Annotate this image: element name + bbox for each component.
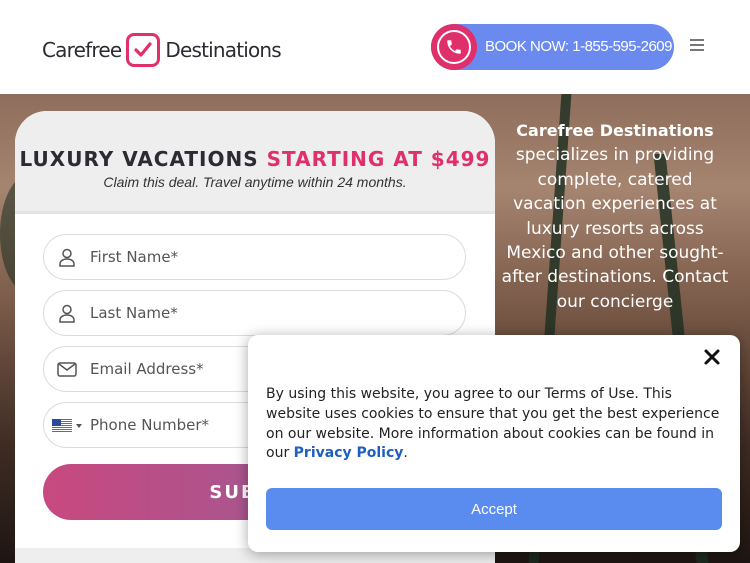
form-subtitle: Claim this deal. Travel anytime within 2…	[103, 174, 407, 190]
us-flag-icon[interactable]	[52, 419, 72, 432]
cookie-period: .	[403, 445, 408, 462]
book-now-button[interactable]: BOOK NOW: 1-855-595-2609	[431, 24, 674, 70]
first-name-field[interactable]	[43, 234, 466, 280]
form-header: LUXURY VACATIONS STARTING AT $499 Claim …	[15, 111, 495, 214]
cookie-consent-dialog: By using this website, you agree to our …	[248, 335, 740, 552]
menu-icon[interactable]	[690, 39, 704, 51]
logo-text-right: Destinations	[165, 38, 281, 62]
last-name-input[interactable]	[90, 291, 450, 335]
privacy-policy-link[interactable]: Privacy Policy	[294, 445, 404, 461]
intro-brand: Carefree Destinations	[516, 121, 714, 140]
book-now-label: BOOK NOW: 1-855-595-2609	[485, 38, 672, 55]
phone-icon	[431, 24, 477, 70]
close-icon[interactable]	[703, 348, 721, 366]
checkmark-icon	[126, 33, 161, 67]
intro-text: Carefree Destinations specializes in pro…	[500, 119, 730, 314]
site-logo[interactable]: Carefree Destinations	[42, 32, 282, 68]
intro-body: specializes in providing complete, cater…	[501, 145, 729, 312]
title-accent: STARTING AT $499	[266, 147, 491, 171]
site-header: Carefree Destinations BOOK NOW: 1-855-59…	[0, 0, 750, 94]
user-icon	[59, 304, 75, 323]
last-name-field[interactable]	[43, 290, 466, 336]
country-dropdown-caret-icon[interactable]	[76, 424, 82, 428]
cookie-message: By using this website, you agree to our …	[266, 385, 726, 464]
accept-button[interactable]: Accept	[266, 488, 722, 530]
user-icon	[59, 248, 75, 267]
form-title: LUXURY VACATIONS STARTING AT $499	[15, 147, 495, 171]
logo-text-left: Carefree	[42, 38, 122, 62]
envelope-icon	[57, 362, 77, 377]
title-main: LUXURY VACATIONS	[19, 147, 267, 171]
first-name-input[interactable]	[90, 235, 450, 279]
